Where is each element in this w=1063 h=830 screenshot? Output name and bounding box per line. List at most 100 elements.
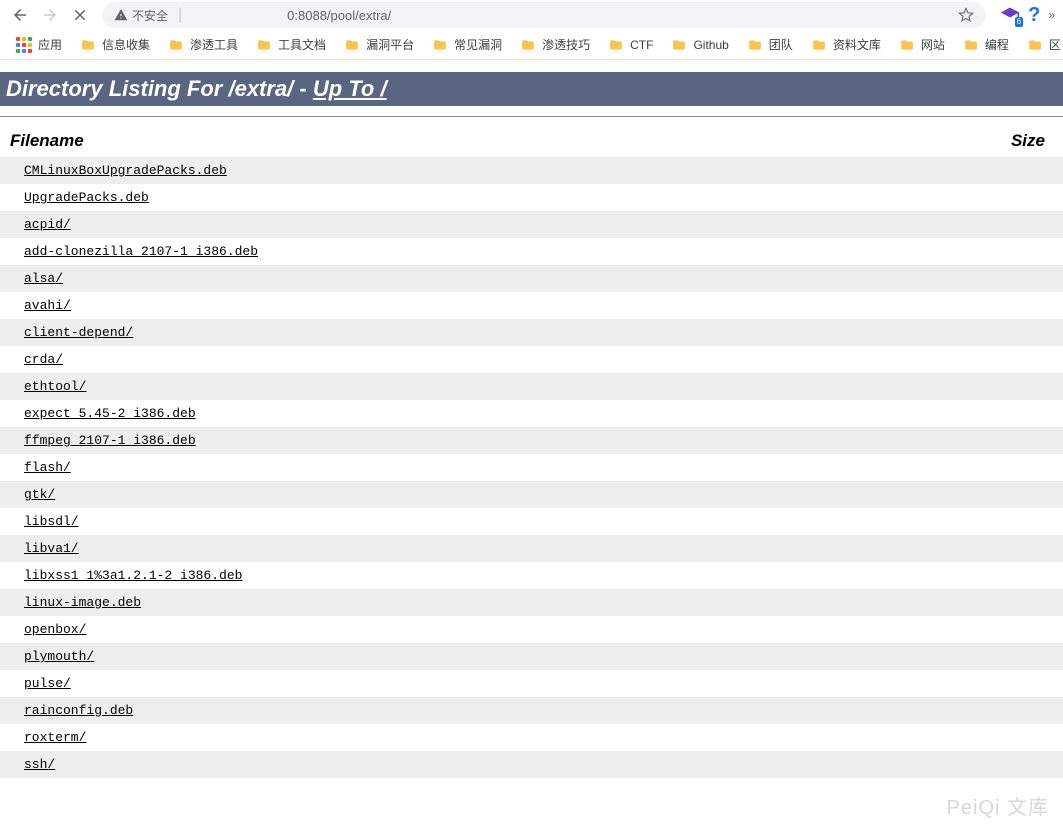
bookmarks-bar: 应用 信息收集 渗透工具 工具文档漏洞平台 常见漏洞 渗透技巧 CTF Github 团队 资料… (0, 30, 1063, 60)
bookmark-folder[interactable]: 漏洞平台 (338, 32, 420, 57)
file-link[interactable]: avahi/ (24, 298, 71, 313)
file-link[interactable]: alsa/ (24, 271, 63, 286)
bookmark-folder[interactable]: 区 (1021, 32, 1063, 57)
folder-icon (80, 38, 96, 52)
file-link[interactable]: rainconfig.deb (24, 703, 133, 718)
bookmark-folder[interactable]: Github (665, 32, 734, 57)
bookmark-label: 资料文库 (833, 36, 881, 53)
url-text: 0:8088/pool/extra/ (192, 8, 391, 23)
file-link[interactable]: libsdl/ (24, 514, 79, 529)
star-icon (958, 7, 974, 23)
file-link[interactable]: pulse/ (24, 676, 71, 691)
insecure-warning: 不安全 (114, 7, 168, 24)
folder-icon (256, 38, 272, 52)
directory-table: Filename Size CMLinuxBoxUpgradePacks.deb… (0, 125, 1063, 778)
folder-icon (608, 38, 624, 52)
up-link[interactable]: Up To / (313, 76, 387, 101)
file-link[interactable]: flash/ (24, 460, 71, 475)
apps-bookmark[interactable]: 应用 (10, 32, 68, 57)
file-link[interactable]: linux-image.deb (24, 595, 141, 610)
table-row: roxterm/ (0, 724, 1063, 751)
file-link[interactable]: expect 5.45-2 i386.deb (24, 406, 196, 421)
browser-toolbar: 不安全 | 0:8088/pool/extra/ 6 ? » (0, 0, 1063, 30)
file-link[interactable]: libva1/ (24, 541, 79, 556)
table-row: gtk/ (0, 481, 1063, 508)
table-row: crda/ (0, 346, 1063, 373)
bookmark-folder[interactable]: 网站 (893, 32, 951, 57)
table-row: ethtool/ (0, 373, 1063, 400)
table-row: expect 5.45-2 i386.deb (0, 400, 1063, 427)
extension-icon[interactable]: 6 (1000, 5, 1020, 25)
insecure-label: 不安全 (132, 7, 168, 24)
file-link[interactable]: openbox/ (24, 622, 86, 637)
bookmark-folder[interactable]: 资料文库 (805, 32, 887, 57)
url-separator: | (178, 6, 182, 24)
bookmark-folder[interactable]: 常见漏洞 (426, 32, 508, 57)
watermark: PeiQi 文库 (947, 791, 1049, 820)
bookmark-label: 编程 (985, 36, 1009, 53)
extension-badge: 6 (1015, 17, 1023, 27)
bookmark-label: 常见漏洞 (454, 36, 502, 53)
arrow-left-icon (11, 6, 29, 24)
table-row: libxss1 1%3a1.2.1-2 i386.deb (0, 562, 1063, 589)
bookmark-folder[interactable]: CTF (602, 32, 659, 57)
warning-icon (114, 8, 128, 22)
table-row: flash/ (0, 454, 1063, 481)
file-link[interactable]: ethtool/ (24, 379, 86, 394)
file-link[interactable]: client-depend/ (24, 325, 133, 340)
folder-icon (811, 38, 827, 52)
table-row: rainconfig.deb (0, 697, 1063, 724)
bookmark-label: 渗透技巧 (542, 36, 590, 53)
bookmark-label: 渗透工具 (190, 36, 238, 53)
table-row: libva1/ (0, 535, 1063, 562)
bookmark-folder[interactable]: 团队 (741, 32, 799, 57)
overflow-chevron-icon[interactable]: » (1048, 8, 1055, 22)
table-row: ssh/ (0, 751, 1063, 778)
apps-label: 应用 (38, 36, 62, 53)
stop-button[interactable] (68, 3, 92, 27)
file-link[interactable]: crda/ (24, 352, 63, 367)
bookmark-label: Github (693, 38, 728, 52)
bookmark-star-button[interactable] (958, 7, 974, 23)
address-bar[interactable]: 不安全 | 0:8088/pool/extra/ (102, 2, 986, 28)
folder-icon (747, 38, 763, 52)
file-link[interactable]: ssh/ (24, 757, 55, 772)
file-link[interactable]: UpgradePacks.deb (24, 190, 149, 205)
bookmark-folder[interactable]: 编程 (957, 32, 1015, 57)
directory-title: Directory Listing For /extra/ - Up To / (0, 72, 1063, 106)
file-link[interactable]: add-clonezilla 2107-1 i386.deb (24, 244, 258, 259)
url-suffix: 0:8088/pool/extra/ (287, 8, 391, 23)
arrow-right-icon (41, 6, 59, 24)
file-link[interactable]: ffmpeg 2107-1 i386.deb (24, 433, 196, 448)
bookmark-label: 工具文档 (278, 36, 326, 53)
back-button[interactable] (8, 3, 32, 27)
file-link[interactable]: libxss1 1%3a1.2.1-2 i386.deb (24, 568, 242, 583)
table-row: CMLinuxBoxUpgradePacks.deb (0, 157, 1063, 184)
column-filename: Filename (0, 125, 871, 157)
bookmark-label: 网站 (921, 36, 945, 53)
title-prefix: Directory Listing For /extra/ - (6, 76, 313, 101)
close-icon (71, 6, 89, 24)
table-row: add-clonezilla 2107-1 i386.deb (0, 238, 1063, 265)
file-link[interactable]: roxterm/ (24, 730, 86, 745)
table-row: avahi/ (0, 292, 1063, 319)
file-link[interactable]: CMLinuxBoxUpgradePacks.deb (24, 163, 227, 178)
table-row: linux-image.deb (0, 589, 1063, 616)
bookmark-folder[interactable]: 渗透工具 (162, 32, 244, 57)
help-button[interactable]: ? (1028, 4, 1040, 27)
bookmark-folder[interactable]: 渗透技巧 (514, 32, 596, 57)
folder-icon (344, 38, 360, 52)
table-row: ffmpeg 2107-1 i386.deb (0, 427, 1063, 454)
table-row: acpid/ (0, 211, 1063, 238)
table-row: libsdl/ (0, 508, 1063, 535)
table-row: client-depend/ (0, 319, 1063, 346)
bookmark-folder[interactable]: 工具文档 (250, 32, 332, 57)
forward-button[interactable] (38, 3, 62, 27)
file-link[interactable]: plymouth/ (24, 649, 94, 664)
folder-icon (899, 38, 915, 52)
bookmark-folder[interactable]: 信息收集 (74, 32, 156, 57)
file-link[interactable]: acpid/ (24, 217, 71, 232)
folder-icon (432, 38, 448, 52)
file-link[interactable]: gtk/ (24, 487, 55, 502)
page-content: Directory Listing For /extra/ - Up To / … (0, 72, 1063, 778)
